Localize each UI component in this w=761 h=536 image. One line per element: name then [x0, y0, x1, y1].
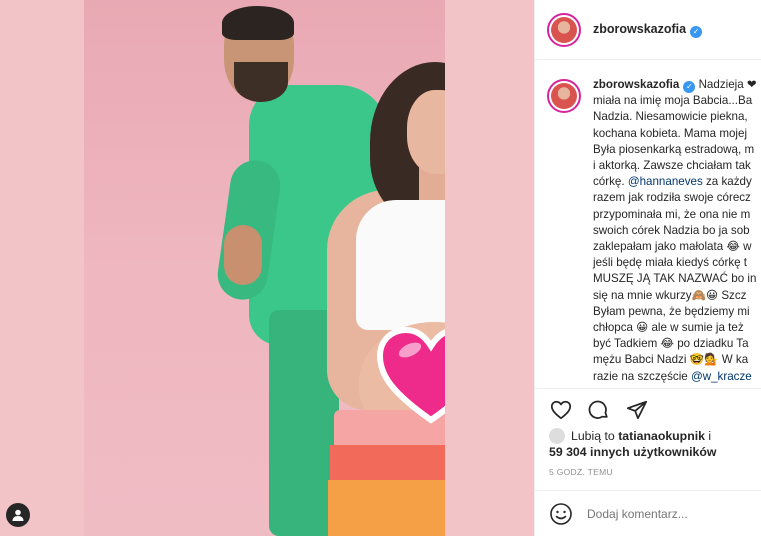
mention-link[interactable]: @w_kracze: [691, 370, 752, 383]
comment-bubble-icon[interactable]: [587, 398, 611, 422]
pink-heart-icon: [374, 326, 445, 426]
header-username[interactable]: zborowskazofia ✓: [593, 22, 703, 38]
avatar[interactable]: [547, 12, 581, 47]
post-header: zborowskazofia ✓: [535, 0, 761, 60]
post-actions: [535, 388, 761, 430]
paper-plane-icon[interactable]: [625, 398, 649, 422]
caption-username[interactable]: zborowskazofia: [593, 78, 679, 91]
caption-avatar[interactable]: [547, 79, 581, 113]
caption-area: zborowskazofia ✓ Nadzieja ❤ miała na imię…: [535, 61, 761, 387]
verified-badge-icon: ✓: [683, 81, 696, 93]
post-timestamp[interactable]: 5 GODZ. TEMU: [549, 467, 613, 477]
verified-badge-icon: ✓: [690, 25, 703, 38]
comment-bar: [535, 490, 761, 536]
post-photo[interactable]: [84, 0, 445, 536]
post-media-pane: [0, 0, 534, 536]
mention-link[interactable]: @hannaneves: [628, 175, 703, 188]
emoji-icon[interactable]: [549, 502, 573, 526]
liker-avatar: [549, 428, 565, 444]
comment-input[interactable]: [587, 506, 737, 521]
user-icon[interactable]: [6, 503, 30, 527]
heart-outline-icon[interactable]: [549, 398, 573, 422]
liker-username[interactable]: tatianaokupnik: [618, 429, 705, 443]
caption-text: zborowskazofia ✓ Nadzieja ❤ miała na imię…: [593, 78, 757, 383]
post-sidebar: zborowskazofia ✓ zborowskazofia ✓ Nadzieja…: [534, 0, 761, 536]
likes-count[interactable]: 59 304 innych użytkowników: [549, 445, 716, 459]
likes-summary: Lubią to tatianaokupnik i 59 304 innych …: [549, 428, 717, 459]
